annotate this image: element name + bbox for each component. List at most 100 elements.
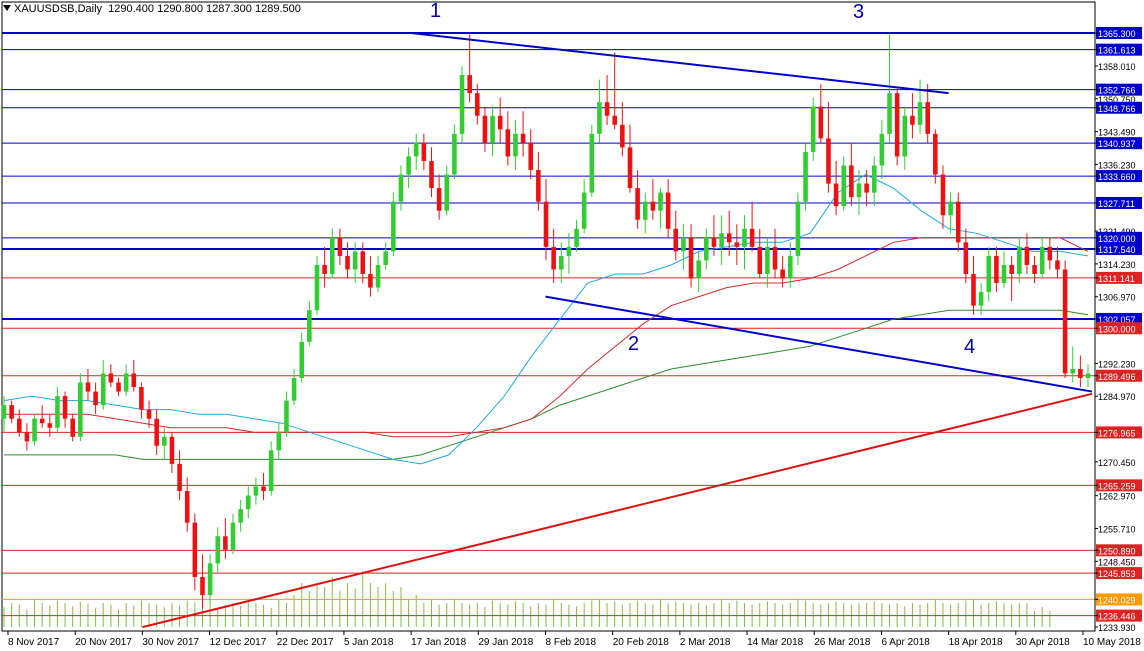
candle-body	[200, 576, 205, 596]
candle-body	[368, 274, 373, 288]
candle-body	[1078, 368, 1083, 378]
candle-body	[1001, 264, 1007, 284]
y-tick-label: 1270.450	[1098, 458, 1136, 468]
wave-label-3: 3	[853, 1, 865, 23]
y-tick-label: 1365.300	[1098, 29, 1136, 39]
candle	[391, 192, 396, 256]
candle-body	[100, 373, 106, 406]
candle-body	[238, 509, 243, 523]
candle-body	[902, 115, 908, 157]
candle-body	[1017, 246, 1022, 275]
x-tick-label: 17 Jan 2018	[411, 637, 466, 648]
candle-body	[459, 75, 465, 134]
candle-body	[314, 264, 320, 311]
candle-body	[444, 174, 450, 211]
y-tick-label: 1289.496	[1098, 372, 1136, 382]
candle	[32, 414, 37, 446]
candle-body	[986, 255, 992, 293]
candle-body	[497, 115, 503, 130]
candle	[1062, 260, 1068, 378]
candle-body	[93, 391, 98, 406]
y-tick-label: 1314.230	[1098, 260, 1136, 270]
candle-body	[24, 432, 30, 442]
candle-body	[207, 563, 213, 596]
x-tick-label: 5 Jan 2018	[344, 637, 394, 648]
candle-body	[9, 405, 14, 419]
candle-body	[1024, 246, 1030, 265]
candle-body	[856, 183, 862, 198]
candle-body	[383, 251, 388, 265]
x-tick-label: 10 May 2018	[1083, 637, 1141, 648]
candle-body	[673, 228, 679, 252]
candle-body	[322, 264, 327, 275]
candle-body	[558, 255, 564, 270]
dropdown-triangle-icon[interactable]	[3, 5, 11, 11]
y-tick-label: 1248.450	[1098, 557, 1136, 567]
y-tick-label: 1340.937	[1098, 139, 1136, 149]
price-chart: 1365.3001361.6131358.0101352.7661350.750…	[1, 1, 1142, 648]
y-tick-label: 1311.141	[1098, 274, 1135, 284]
candle-body	[291, 377, 297, 401]
candle-body	[230, 522, 236, 550]
candle-body	[505, 129, 511, 157]
candle-body	[528, 142, 534, 171]
wave-label-2: 2	[628, 333, 640, 355]
candle-body	[971, 274, 976, 306]
y-tick-label: 1250.890	[1098, 546, 1136, 556]
candle-body	[116, 382, 121, 392]
candle-body	[1055, 260, 1060, 270]
candle-body	[1047, 246, 1053, 261]
candle-body	[681, 237, 686, 252]
candle-body	[253, 486, 259, 496]
candle-body	[749, 228, 755, 247]
y-tick-label: 1317.540	[1098, 245, 1136, 255]
candle-body	[78, 382, 83, 437]
candle-body	[452, 133, 457, 175]
candle-body	[978, 292, 984, 306]
candle-body	[299, 341, 305, 378]
candle-body	[406, 156, 411, 175]
candle-body	[162, 436, 167, 446]
candle-body	[604, 102, 610, 116]
candle-body	[184, 491, 190, 523]
candle-body	[139, 387, 144, 410]
candle-body	[933, 133, 938, 175]
candle-body	[910, 115, 915, 125]
y-tick-label: 1348.766	[1098, 104, 1136, 114]
candle-body	[146, 409, 152, 419]
x-tick-label: 29 Jan 2018	[478, 637, 533, 648]
candle-body	[154, 418, 159, 446]
x-tick-label: 30 Apr 2018	[1016, 637, 1070, 648]
x-tick-label: 22 Dec 2017	[277, 637, 334, 648]
candle	[459, 66, 465, 143]
x-tick-label: 20 Feb 2018	[613, 637, 670, 648]
ohlc-readout: 1290.400 1290.800 1287.300 1289.500	[108, 3, 301, 15]
candle-body	[642, 201, 648, 220]
candle-body	[581, 192, 587, 229]
candle-body	[536, 170, 541, 202]
candle-body	[994, 255, 999, 284]
candle-body	[871, 165, 877, 193]
candle-body	[352, 251, 358, 270]
candle-body	[329, 237, 335, 275]
candle-body	[177, 463, 182, 492]
candle-body	[32, 418, 37, 442]
symbol-label: XAUUSDSB,Daily	[14, 3, 103, 15]
candle-body	[772, 246, 778, 270]
candle-body	[39, 418, 45, 424]
candle-body	[169, 436, 175, 464]
candle-body	[864, 183, 869, 193]
candle-body	[787, 255, 793, 279]
candle-body	[665, 192, 671, 229]
candle-body	[421, 142, 427, 161]
candle-body	[307, 310, 312, 342]
x-tick-label: 12 Dec 2017	[210, 637, 267, 648]
candle	[894, 88, 900, 166]
y-tick-label: 1276.965	[1098, 428, 1136, 438]
y-tick-label: 1292.230	[1098, 359, 1136, 369]
candle-body	[757, 246, 763, 275]
x-tick-label: 2 Mar 2018	[680, 637, 731, 648]
wave-label-4: 4	[964, 336, 976, 358]
candle-body	[841, 165, 847, 207]
x-tick-label: 20 Nov 2017	[75, 637, 132, 648]
